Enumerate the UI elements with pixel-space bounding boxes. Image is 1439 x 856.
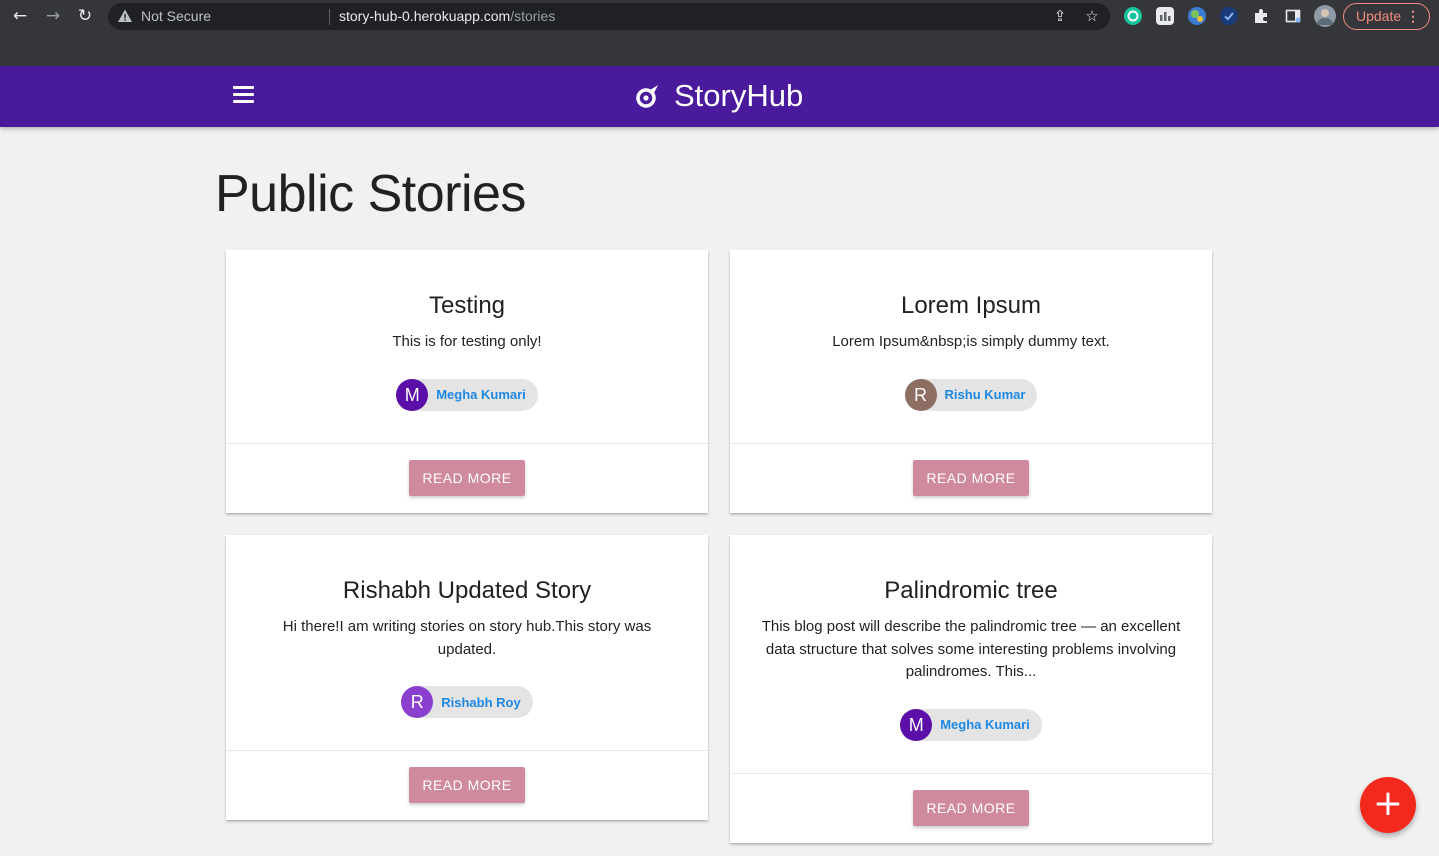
divider (329, 9, 330, 25)
puzzle-extension-icon[interactable] (1252, 7, 1270, 25)
puzzle-icon (1255, 9, 1267, 23)
author-chip[interactable]: R Rishu Kumar (904, 378, 1038, 411)
author-name[interactable]: Megha Kumari (436, 387, 526, 402)
story-title: Testing (428, 292, 506, 319)
card-actions: READ MORE (226, 750, 708, 820)
card-actions: READ MORE (730, 773, 1212, 843)
forward-icon[interactable]: → (41, 4, 65, 28)
card-actions: READ MORE (730, 443, 1212, 513)
story-description: This blog post will describe the palindr… (761, 618, 1181, 680)
share-icon[interactable]: ⇪ (1051, 7, 1069, 25)
rocket-logo-icon (636, 85, 658, 108)
analytics-extension-icon[interactable] (1156, 7, 1174, 25)
hamburger-menu-icon[interactable] (233, 86, 254, 104)
story-card: Rishabh Updated Story Hi there!I am writ… (226, 535, 708, 820)
read-more-button[interactable]: READ MORE (913, 460, 1029, 496)
more-options-icon[interactable]: ⋮ (1406, 4, 1420, 29)
card-actions: READ MORE (226, 443, 708, 513)
app-header: StoryHub (0, 66, 1439, 127)
story-card: Palindromic tree This blog post will des… (730, 535, 1212, 843)
read-more-button[interactable]: READ MORE (409, 460, 525, 496)
address-bar[interactable]: Not Secure story-hub-0.herokuapp.com/sto… (108, 3, 1110, 30)
author-chip[interactable]: M Megha Kumari (900, 708, 1042, 741)
url-text[interactable]: story-hub-0.herokuapp.com/stories (339, 8, 555, 24)
story-description: This is for testing only! (392, 333, 542, 350)
url-host: story-hub-0.herokuapp.com (339, 8, 511, 24)
author-name[interactable]: Rishu Kumar (945, 387, 1026, 402)
user-icon (1317, 9, 1333, 25)
globe-extension-icon[interactable] (1188, 7, 1206, 25)
story-card: Testing This is for testing only! M Megh… (226, 250, 708, 513)
update-button[interactable]: Update ⋮ (1343, 3, 1430, 30)
author-avatar: M (396, 378, 429, 411)
plus-icon: + (1372, 783, 1404, 824)
bar-chart-icon (1160, 12, 1171, 21)
back-icon[interactable]: ← (8, 4, 32, 28)
profile-avatar[interactable] (1314, 5, 1336, 27)
star-icon[interactable]: ☆ (1083, 7, 1101, 25)
checkmark-icon (1224, 12, 1234, 21)
brand[interactable]: StoryHub (634, 78, 803, 114)
author-name[interactable]: Rishabh Roy (441, 695, 520, 710)
security-label[interactable]: Not Secure (141, 8, 211, 24)
author-chip[interactable]: R Rishabh Roy (401, 686, 533, 718)
page-title: Public Stories (215, 165, 526, 223)
story-card: Lorem Ipsum Lorem Ipsum&nbsp;is simply d… (730, 250, 1212, 513)
browser-toolbar: ← → ↻ Not Secure story-hub-0.herokuapp.c… (0, 0, 1439, 66)
story-description: Lorem Ipsum&nbsp;is simply dummy text. (832, 333, 1110, 350)
author-name[interactable]: Megha Kumari (940, 717, 1030, 732)
author-chip[interactable]: M Megha Kumari (396, 378, 538, 411)
reload-icon[interactable]: ↻ (73, 4, 97, 28)
sidebar-icon (1285, 9, 1301, 23)
reading-list-icon[interactable] (1284, 7, 1302, 25)
story-description: Hi there!I am writing stories on story h… (282, 618, 652, 658)
story-title: Palindromic tree (884, 577, 1058, 604)
update-label: Update (1356, 8, 1402, 24)
url-path: /stories (510, 8, 556, 24)
globe-icon (1191, 10, 1203, 22)
read-more-button[interactable]: READ MORE (913, 790, 1029, 826)
author-avatar: M (900, 708, 933, 741)
grammarly-g-icon (1127, 10, 1139, 22)
story-title: Lorem Ipsum (900, 292, 1042, 319)
check-extension-icon[interactable] (1220, 7, 1238, 25)
add-story-button[interactable]: + (1360, 777, 1416, 833)
story-title: Rishabh Updated Story (342, 577, 592, 604)
read-more-button[interactable]: READ MORE (409, 767, 525, 803)
grammarly-extension-icon[interactable] (1124, 7, 1142, 25)
author-avatar: R (904, 378, 937, 411)
brand-name: StoryHub (674, 78, 804, 113)
warning-icon (118, 9, 132, 22)
author-avatar: R (401, 686, 434, 718)
